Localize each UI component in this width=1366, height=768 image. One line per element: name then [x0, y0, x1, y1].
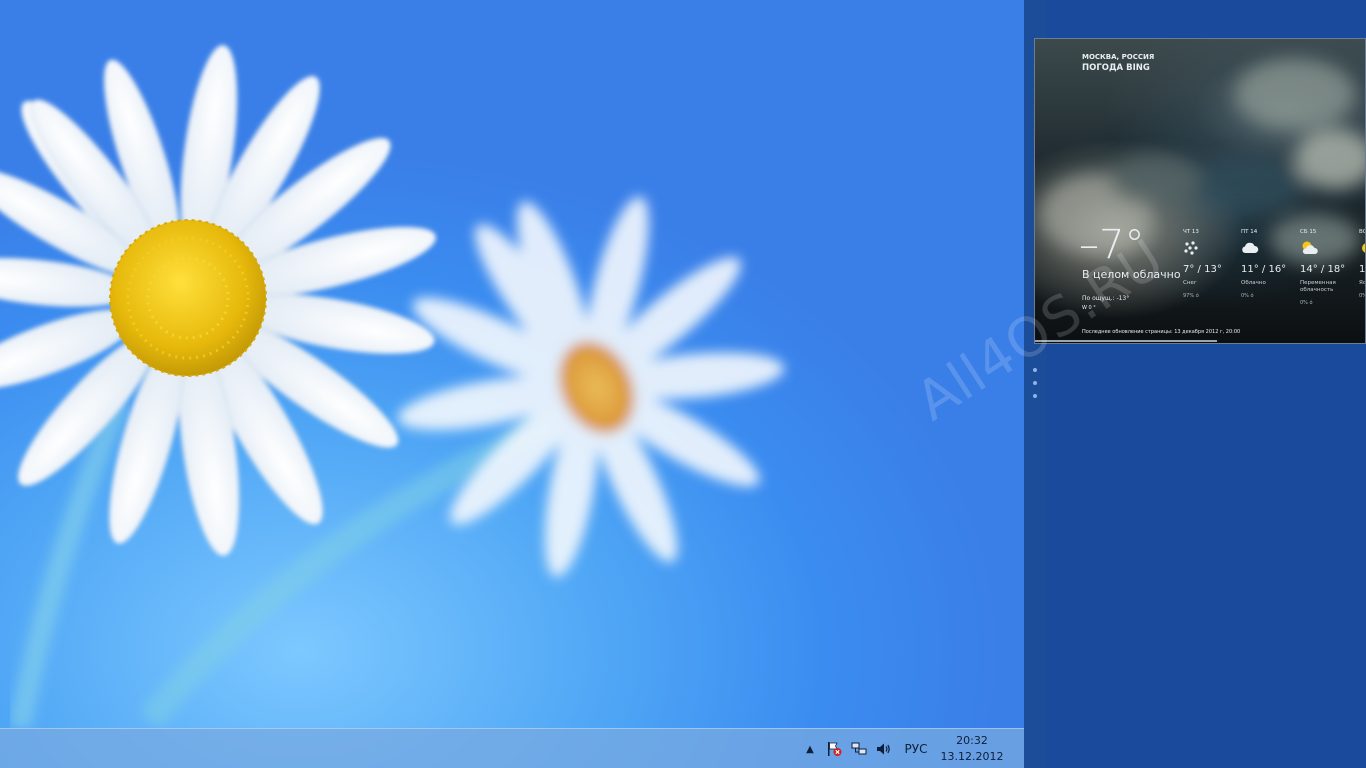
network-button[interactable]: [848, 729, 870, 768]
clock-date: 13.12.2012: [940, 750, 1004, 763]
forecast-temps: 11° / 16°: [1241, 264, 1287, 275]
taskbar: ▲ РУС 20:32 13.12.2012: [0, 728, 1024, 768]
forecast-condition: Снег: [1183, 280, 1197, 286]
volume-icon: [877, 743, 890, 755]
forecast-day[interactable]: СБ 15 14° / 18° Переменная облачность 0%…: [1300, 229, 1362, 306]
action-center-flag-icon: [828, 742, 842, 756]
forecast-precip: 0% ó: [1241, 293, 1254, 299]
forecast-day-name: ЧТ 13: [1183, 229, 1199, 235]
action-center-button[interactable]: [823, 729, 845, 768]
volume-button[interactable]: [872, 729, 894, 768]
forecast-temps: 14° / 18°: [1300, 264, 1346, 275]
input-language-label: РУС: [904, 742, 928, 756]
wallpaper-daisies: [0, 44, 785, 728]
chevron-up-icon: ▲: [806, 743, 814, 755]
forecast-precip: 97% ó: [1183, 293, 1199, 299]
partly-cloudy-icon: [1302, 241, 1318, 254]
snow-icon: [1184, 241, 1198, 255]
forecast-condition: Облачно: [1241, 280, 1266, 286]
network-icon: [851, 742, 867, 755]
splitter-grip-icon[interactable]: [1033, 368, 1037, 398]
weather-location: МОСКВА, РОССИЯ: [1082, 53, 1155, 61]
forecast-precip: 0% ó: [1300, 300, 1313, 306]
forecast-condition: Яс: [1359, 280, 1366, 286]
forecast-day-name: ВС: [1359, 229, 1366, 235]
forecast-day[interactable]: ВС 1 Яс 0%: [1359, 229, 1366, 299]
forecast-temps: 1: [1359, 264, 1366, 275]
forecast-day-name: СБ 15: [1300, 229, 1317, 235]
forecast-day-name: ПТ 14: [1241, 229, 1258, 235]
show-hidden-icons-button[interactable]: ▲: [800, 729, 820, 768]
forecast-day[interactable]: ПТ 14 11° / 16° Облачно 0% ó: [1241, 229, 1303, 299]
forecast-precip: 0%: [1359, 293, 1365, 299]
cloud-icon: [1242, 242, 1259, 253]
last-updated: Последнее обновление страницы: 13 декабр…: [1082, 329, 1241, 335]
desktop[interactable]: ▲ РУС 20:32 13.12.2012: [0, 0, 1024, 768]
forecast-condition: Переменная облачность: [1300, 280, 1336, 293]
forecast-day[interactable]: ЧТ 13 7° / 13° Снег 97% ó: [1183, 229, 1245, 299]
input-language-button[interactable]: РУС: [900, 729, 932, 768]
sun-icon: [1362, 243, 1365, 253]
clock-button[interactable]: 20:32 13.12.2012: [940, 729, 1004, 768]
clock-time: 20:32: [956, 734, 988, 747]
forecast-temps: 7° / 13°: [1183, 264, 1222, 275]
weather-source-title: ПОГОДА BING: [1082, 63, 1150, 73]
